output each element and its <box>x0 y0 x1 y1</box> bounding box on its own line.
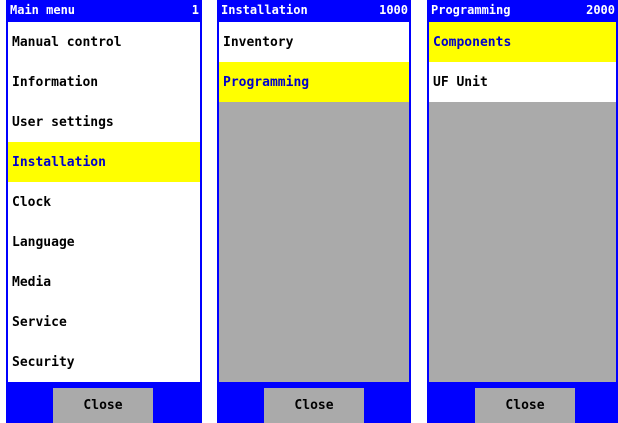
panel-title: Installation <box>221 3 308 17</box>
menu-item-programming[interactable]: Programming <box>219 62 409 102</box>
menu-list: Components UF Unit <box>429 22 616 382</box>
menu-item-security[interactable]: Security <box>8 342 200 382</box>
menu-item-media[interactable]: Media <box>8 262 200 302</box>
panel-title: Main menu <box>10 3 76 17</box>
panel-header: Programming 2000 <box>427 0 618 20</box>
menu-item-service[interactable]: Service <box>8 302 200 342</box>
panel-code: 1 <box>191 3 199 17</box>
panel-title: Programming <box>431 3 511 17</box>
close-button[interactable]: Close <box>264 388 364 423</box>
menu-item-manual-control[interactable]: Manual control <box>8 22 200 62</box>
menu-item-information[interactable]: Information <box>8 62 200 102</box>
panel-code: 1000 <box>379 3 408 17</box>
panel-code: 2000 <box>586 3 615 17</box>
main-menu-panel: Main menu 1 Manual control Information U… <box>6 0 202 423</box>
close-button[interactable]: Close <box>475 388 575 423</box>
panel-footer: Close <box>217 384 411 423</box>
menu-list: Manual control Information User settings… <box>8 22 200 382</box>
installation-panel: Installation 1000 Inventory Programming … <box>217 0 411 423</box>
menu-item-user-settings[interactable]: User settings <box>8 102 200 142</box>
programming-panel: Programming 2000 Components UF Unit Clos… <box>427 0 618 423</box>
close-button[interactable]: Close <box>53 388 153 423</box>
panel-header: Main menu 1 <box>6 0 202 20</box>
menu-item-uf-unit[interactable]: UF Unit <box>429 62 616 102</box>
menu-item-components[interactable]: Components <box>429 22 616 62</box>
menu-item-clock[interactable]: Clock <box>8 182 200 222</box>
menu-screen: Main menu 1 Manual control Information U… <box>0 0 618 423</box>
menu-item-inventory[interactable]: Inventory <box>219 22 409 62</box>
menu-item-installation[interactable]: Installation <box>8 142 200 182</box>
menu-item-language[interactable]: Language <box>8 222 200 262</box>
panel-footer: Close <box>6 384 202 423</box>
panel-header: Installation 1000 <box>217 0 411 20</box>
panel-footer: Close <box>427 384 618 423</box>
menu-list: Inventory Programming <box>219 22 409 382</box>
